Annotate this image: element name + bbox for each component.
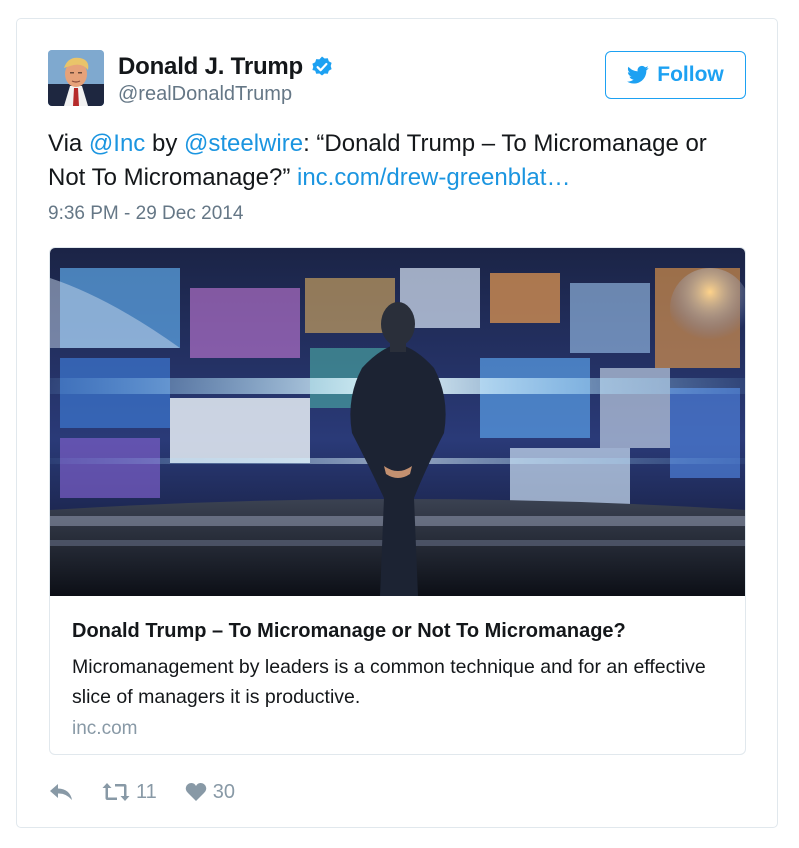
reply-icon [50, 784, 72, 800]
author-name[interactable]: Donald J. Trump [118, 53, 303, 81]
retweet-button[interactable]: 11 [102, 781, 157, 804]
follow-button[interactable]: Follow [605, 51, 746, 99]
tweet-card: Donald J. Trump @realDonaldTrump Follow … [16, 18, 778, 828]
card-title[interactable]: Donald Trump – To Micromanage or Not To … [72, 618, 732, 644]
retweet-icon [102, 783, 130, 801]
heart-icon [185, 783, 207, 801]
card-body: Donald Trump – To Micromanage or Not To … [72, 618, 732, 740]
retweet-count: 11 [136, 780, 157, 803]
author-name-row[interactable]: Donald J. Trump [118, 53, 334, 81]
card-description: Micromanagement by leaders is a common t… [72, 656, 706, 708]
tweet-text-mid: by [145, 130, 184, 157]
card-domain: inc.com [72, 718, 138, 739]
link-preview-card[interactable]: Donald Trump – To Micromanage or Not To … [49, 247, 746, 755]
tweet-text: Via @Inc by @steelwire: “Donald Trump – … [48, 127, 748, 195]
mention-steelwire-link[interactable]: @steelwire [184, 130, 303, 157]
tweet-actions: 11 30 [48, 779, 235, 805]
reply-button[interactable] [48, 782, 74, 802]
follow-label: Follow [657, 63, 724, 86]
verified-badge-icon [312, 56, 332, 76]
author-handle[interactable]: @realDonaldTrump [118, 83, 292, 106]
article-url-link[interactable]: inc.com/drew-greenblat… [297, 164, 570, 191]
twitter-bird-icon [627, 65, 649, 84]
like-count: 30 [212, 780, 236, 803]
mention-inc-link[interactable]: @Inc [89, 130, 145, 157]
tweet-timestamp[interactable]: 9:36 PM - 29 Dec 2014 [48, 203, 243, 225]
author-avatar[interactable] [48, 50, 104, 106]
tweet-text-prefix: Via [48, 130, 89, 157]
card-image[interactable] [50, 248, 746, 596]
like-button[interactable]: 30 [185, 781, 235, 804]
